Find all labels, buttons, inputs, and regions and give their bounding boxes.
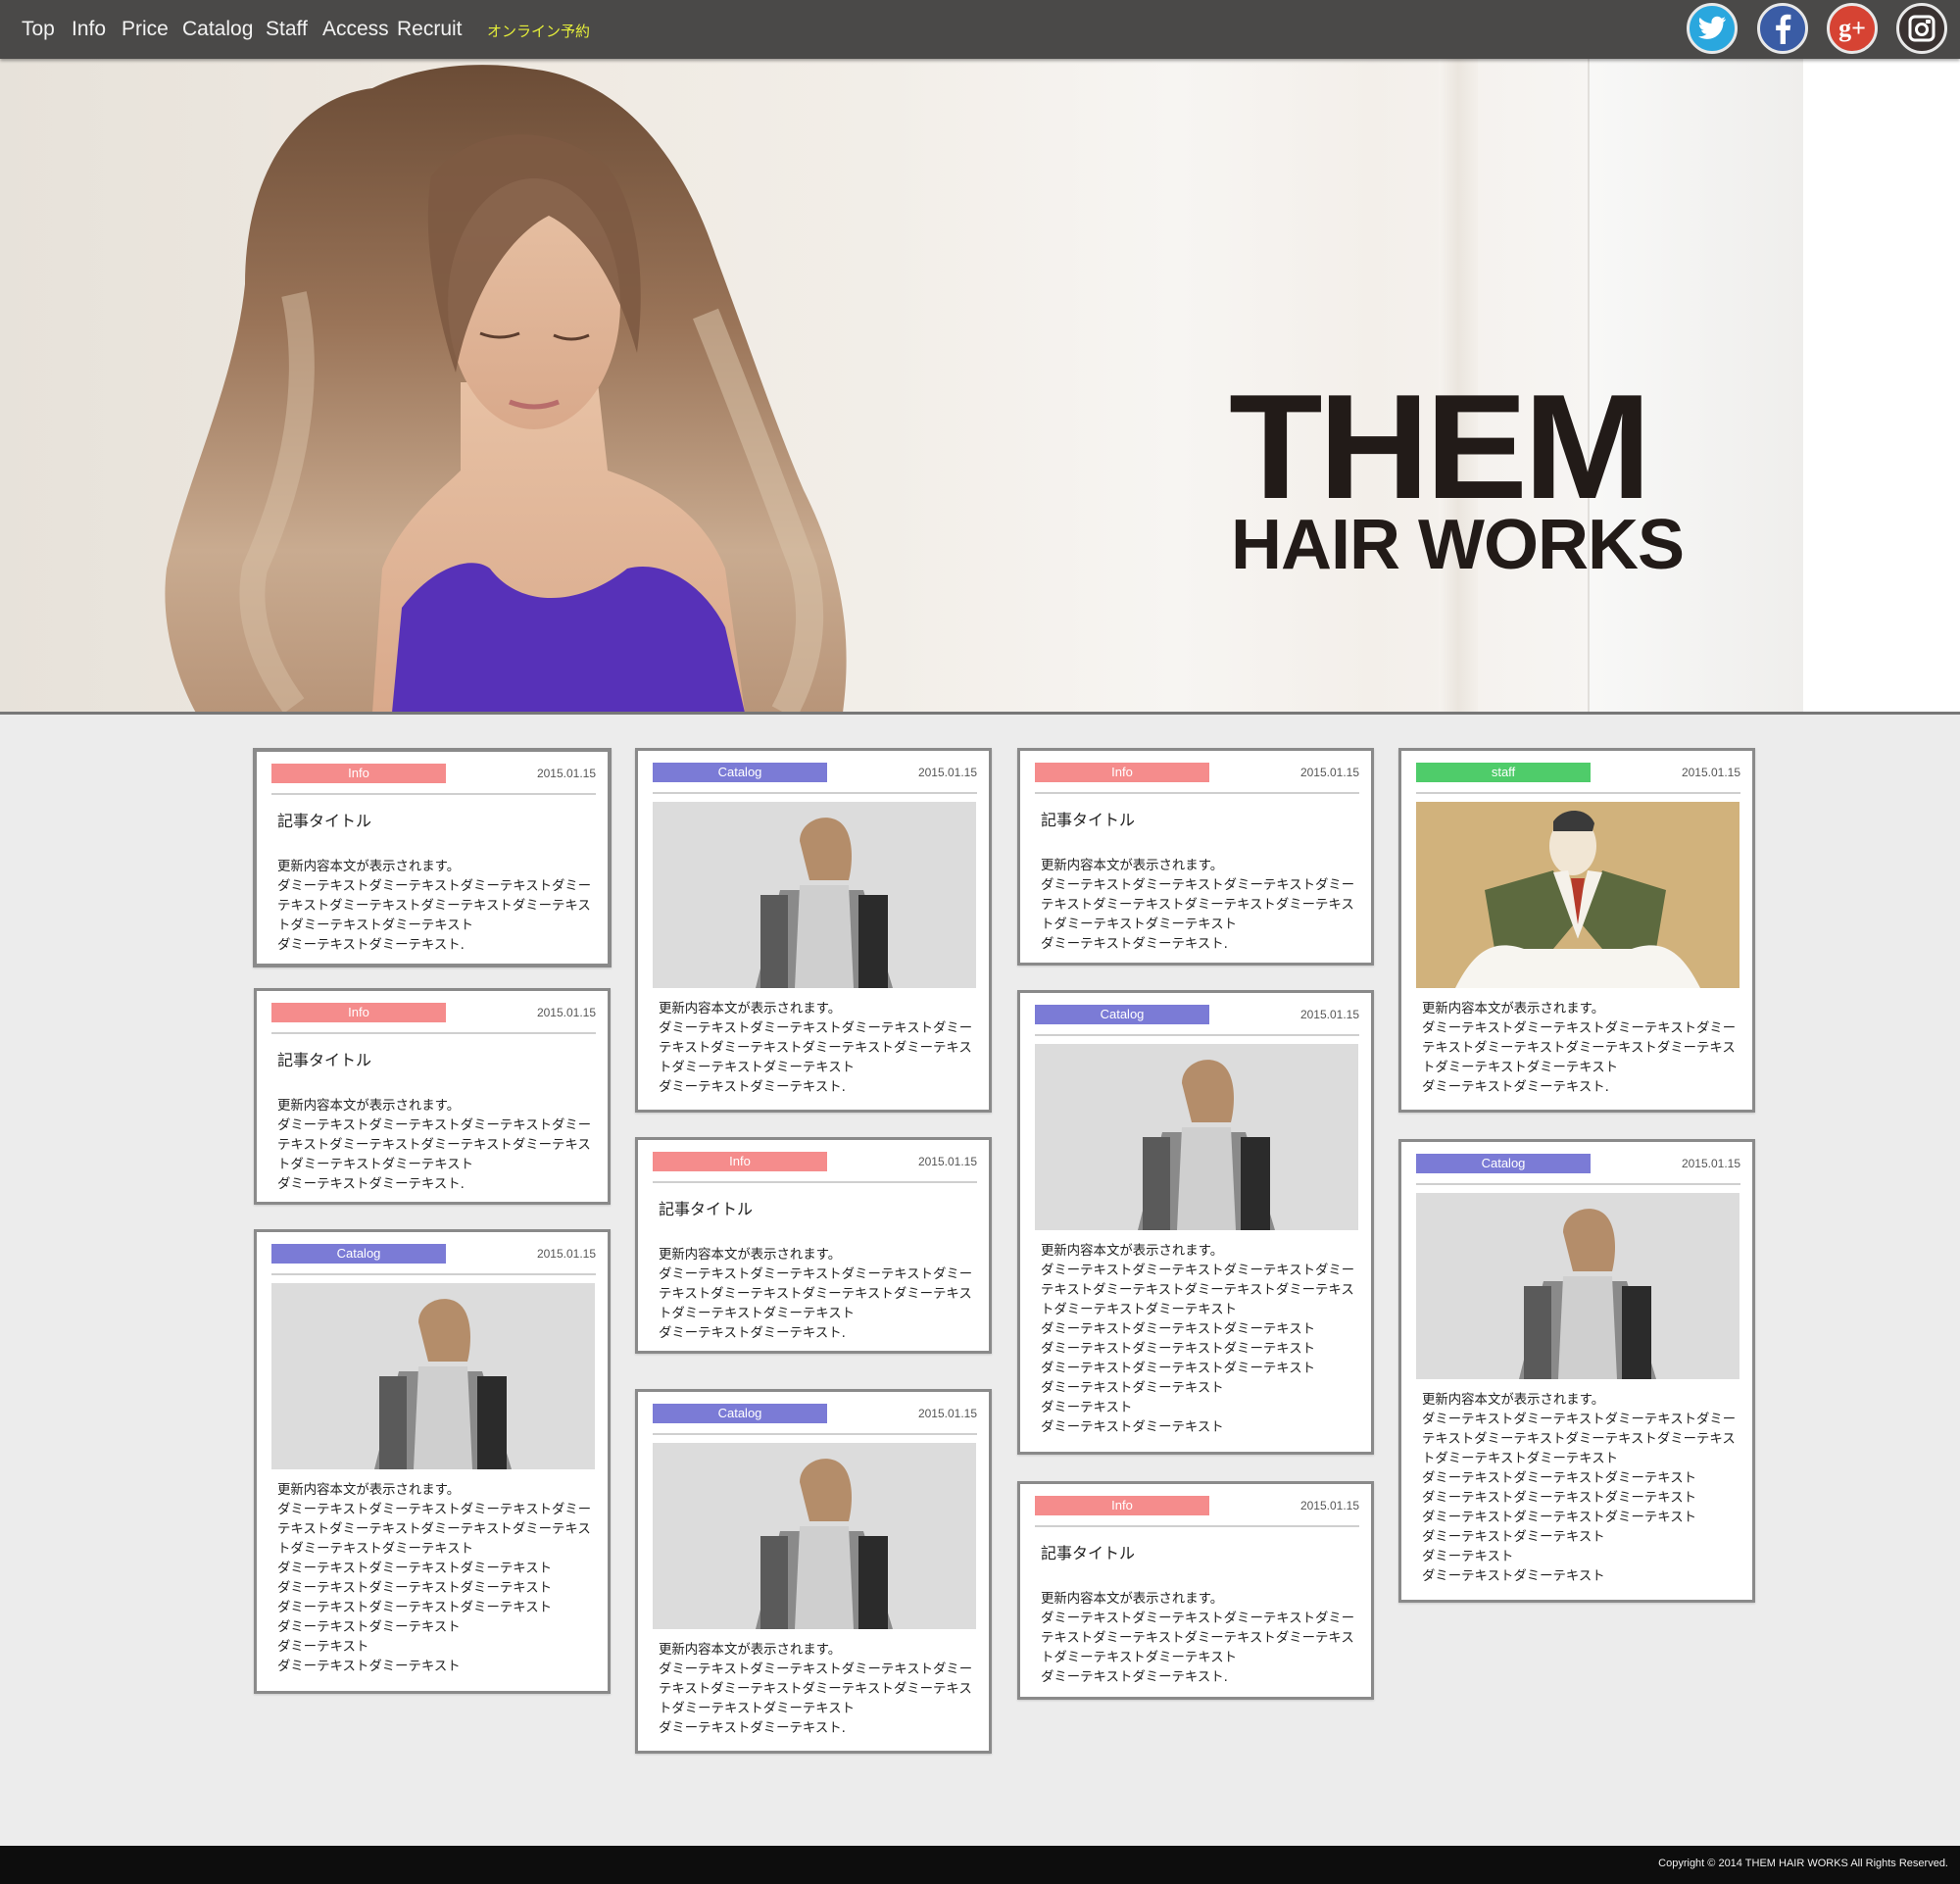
logo-line-them: THEM <box>1229 364 1651 530</box>
post-body: 更新内容本文が表示されます。 ダミーテキストダミーテキストダミーテキストダミーテ… <box>1422 1002 1737 1095</box>
site-footer: Copyright © 2014 THEM HAIR WORKS All Rig… <box>0 1846 1960 1884</box>
catalog-photo[interactable] <box>653 1443 976 1629</box>
post-date: 2015.01.15 <box>1299 1008 1359 1021</box>
category-tag[interactable]: Catalog <box>653 763 827 782</box>
divider <box>653 1181 977 1183</box>
copyright-text: Copyright © 2014 THEM HAIR WORKS All Rig… <box>1658 1858 1948 1869</box>
post-date: 2015.01.15 <box>917 1155 977 1168</box>
divider <box>1416 792 1740 794</box>
divider <box>653 792 977 794</box>
post-date: 2015.01.15 <box>1299 1499 1359 1512</box>
post-date: 2015.01.15 <box>917 1407 977 1420</box>
google-plus-icon[interactable]: g+ <box>1827 3 1878 54</box>
category-tag[interactable]: Catalog <box>1035 1005 1209 1024</box>
category-tag[interactable]: Info <box>271 1003 446 1022</box>
post-date: 2015.01.15 <box>1681 1157 1740 1170</box>
post-card[interactable]: Info 2015.01.15 記事タイトル 更新内容本文が表示されます。 ダミ… <box>253 748 612 967</box>
post-date: 2015.01.15 <box>536 767 596 780</box>
post-body: 更新内容本文が表示されます。 ダミーテキストダミーテキストダミーテキストダミーテ… <box>277 1483 592 1674</box>
post-card[interactable]: Info 2015.01.15 記事タイトル 更新内容本文が表示されます。 ダミ… <box>635 1137 992 1354</box>
catalog-photo[interactable] <box>1035 1044 1358 1230</box>
post-body: 更新内容本文が表示されます。 ダミーテキストダミーテキストダミーテキストダミーテ… <box>277 860 592 953</box>
category-tag[interactable]: Info <box>653 1152 827 1171</box>
post-card[interactable]: Info 2015.01.15 記事タイトル 更新内容本文が表示されます。 ダミ… <box>254 988 611 1205</box>
post-body: 更新内容本文が表示されます。 ダミーテキストダミーテキストダミーテキストダミーテ… <box>659 1002 973 1095</box>
category-tag[interactable]: Catalog <box>653 1404 827 1423</box>
post-title[interactable]: 記事タイトル <box>1041 1540 1135 1563</box>
catalog-model-image <box>653 1443 976 1629</box>
post-body: 更新内容本文が表示されます。 ダミーテキストダミーテキストダミーテキストダミーテ… <box>1041 859 1355 952</box>
post-card[interactable]: staff 2015.01.15 更新内容本文が表示されます。 ダミーテキストダ… <box>1398 748 1755 1113</box>
catalog-photo[interactable] <box>271 1283 595 1469</box>
nav-catalog[interactable]: Catalog <box>182 18 253 41</box>
category-tag[interactable]: Info <box>271 764 446 783</box>
divider <box>1035 792 1359 794</box>
hero-model-photo <box>165 65 847 713</box>
post-card[interactable]: Catalog 2015.01.15 更新内容本文が表示されます。 ダミーテキス… <box>635 748 992 1113</box>
post-body: 更新内容本文が表示されます。 ダミーテキストダミーテキストダミーテキストダミーテ… <box>1041 1592 1355 1685</box>
catalog-photo[interactable] <box>1416 1193 1740 1379</box>
post-date: 2015.01.15 <box>536 1006 596 1019</box>
category-tag[interactable]: Info <box>1035 763 1209 782</box>
post-card[interactable]: Info 2015.01.15 記事タイトル 更新内容本文が表示されます。 ダミ… <box>1017 1481 1374 1700</box>
nav-top[interactable]: Top <box>22 18 55 41</box>
hero-bottom-border <box>0 712 1960 715</box>
staff-portrait-image <box>1416 802 1740 988</box>
category-tag[interactable]: Info <box>1035 1496 1209 1515</box>
post-title[interactable]: 記事タイトル <box>1041 807 1135 830</box>
category-tag[interactable]: Catalog <box>271 1244 446 1264</box>
top-navigation-bar: Top Info Price Catalog Staff Access Recr… <box>0 0 1960 59</box>
nav-access[interactable]: Access <box>322 18 389 41</box>
post-date: 2015.01.15 <box>1299 766 1359 779</box>
post-date: 2015.01.15 <box>536 1247 596 1261</box>
post-date: 2015.01.15 <box>917 766 977 779</box>
post-card[interactable]: Catalog 2015.01.15 更新内容本文が表示されます。 ダミーテキス… <box>1398 1139 1755 1603</box>
post-body: 更新内容本文が表示されます。 ダミーテキストダミーテキストダミーテキストダミーテ… <box>1422 1393 1737 1584</box>
post-card[interactable]: Catalog 2015.01.15 更新内容本文が表示されます。 ダミーテキス… <box>1017 990 1374 1455</box>
post-date: 2015.01.15 <box>1681 766 1740 779</box>
divider <box>653 1433 977 1435</box>
catalog-model-image <box>271 1283 595 1469</box>
facebook-icon[interactable] <box>1757 3 1808 54</box>
divider <box>271 1032 596 1034</box>
post-title[interactable]: 記事タイトル <box>277 1047 371 1070</box>
twitter-icon[interactable] <box>1687 3 1738 54</box>
logo-line-hair-works: HAIR WORKS <box>1231 506 1685 584</box>
catalog-model-image <box>1416 1193 1740 1379</box>
catalog-model-image <box>653 802 976 988</box>
post-title[interactable]: 記事タイトル <box>277 808 371 831</box>
nav-price[interactable]: Price <box>122 18 169 41</box>
instagram-icon[interactable] <box>1896 3 1947 54</box>
divider <box>1035 1525 1359 1527</box>
divider <box>1035 1034 1359 1036</box>
nav-recruit[interactable]: Recruit <box>397 18 463 41</box>
post-card[interactable]: Catalog 2015.01.15 更新内容本文が表示されます。 ダミーテキス… <box>635 1389 992 1754</box>
nav-staff[interactable]: Staff <box>266 18 308 41</box>
category-tag[interactable]: staff <box>1416 763 1591 782</box>
post-body: 更新内容本文が表示されます。 ダミーテキストダミーテキストダミーテキストダミーテ… <box>277 1099 592 1192</box>
nav-info[interactable]: Info <box>72 18 106 41</box>
staff-photo[interactable] <box>1416 802 1740 988</box>
post-card[interactable]: Info 2015.01.15 記事タイトル 更新内容本文が表示されます。 ダミ… <box>1017 748 1374 966</box>
post-body: 更新内容本文が表示されます。 ダミーテキストダミーテキストダミーテキストダミーテ… <box>1041 1244 1355 1435</box>
online-reservation-link[interactable]: オンライン予約 <box>487 21 590 41</box>
post-title[interactable]: 記事タイトル <box>659 1196 753 1219</box>
catalog-model-image <box>1035 1044 1358 1230</box>
hero-background-wall <box>1803 59 1960 713</box>
divider <box>271 1273 596 1275</box>
catalog-photo[interactable] <box>653 802 976 988</box>
divider <box>271 793 596 795</box>
hero-banner: THEM HAIR WORKS <box>0 59 1960 713</box>
post-body: 更新内容本文が表示されます。 ダミーテキストダミーテキストダミーテキストダミーテ… <box>659 1643 973 1736</box>
post-body: 更新内容本文が表示されます。 ダミーテキストダミーテキストダミーテキストダミーテ… <box>659 1248 973 1341</box>
category-tag[interactable]: Catalog <box>1416 1154 1591 1173</box>
divider <box>1416 1183 1740 1185</box>
post-card[interactable]: Catalog 2015.01.15 更新内容本文が表示されます。 ダミーテキス… <box>254 1229 611 1694</box>
